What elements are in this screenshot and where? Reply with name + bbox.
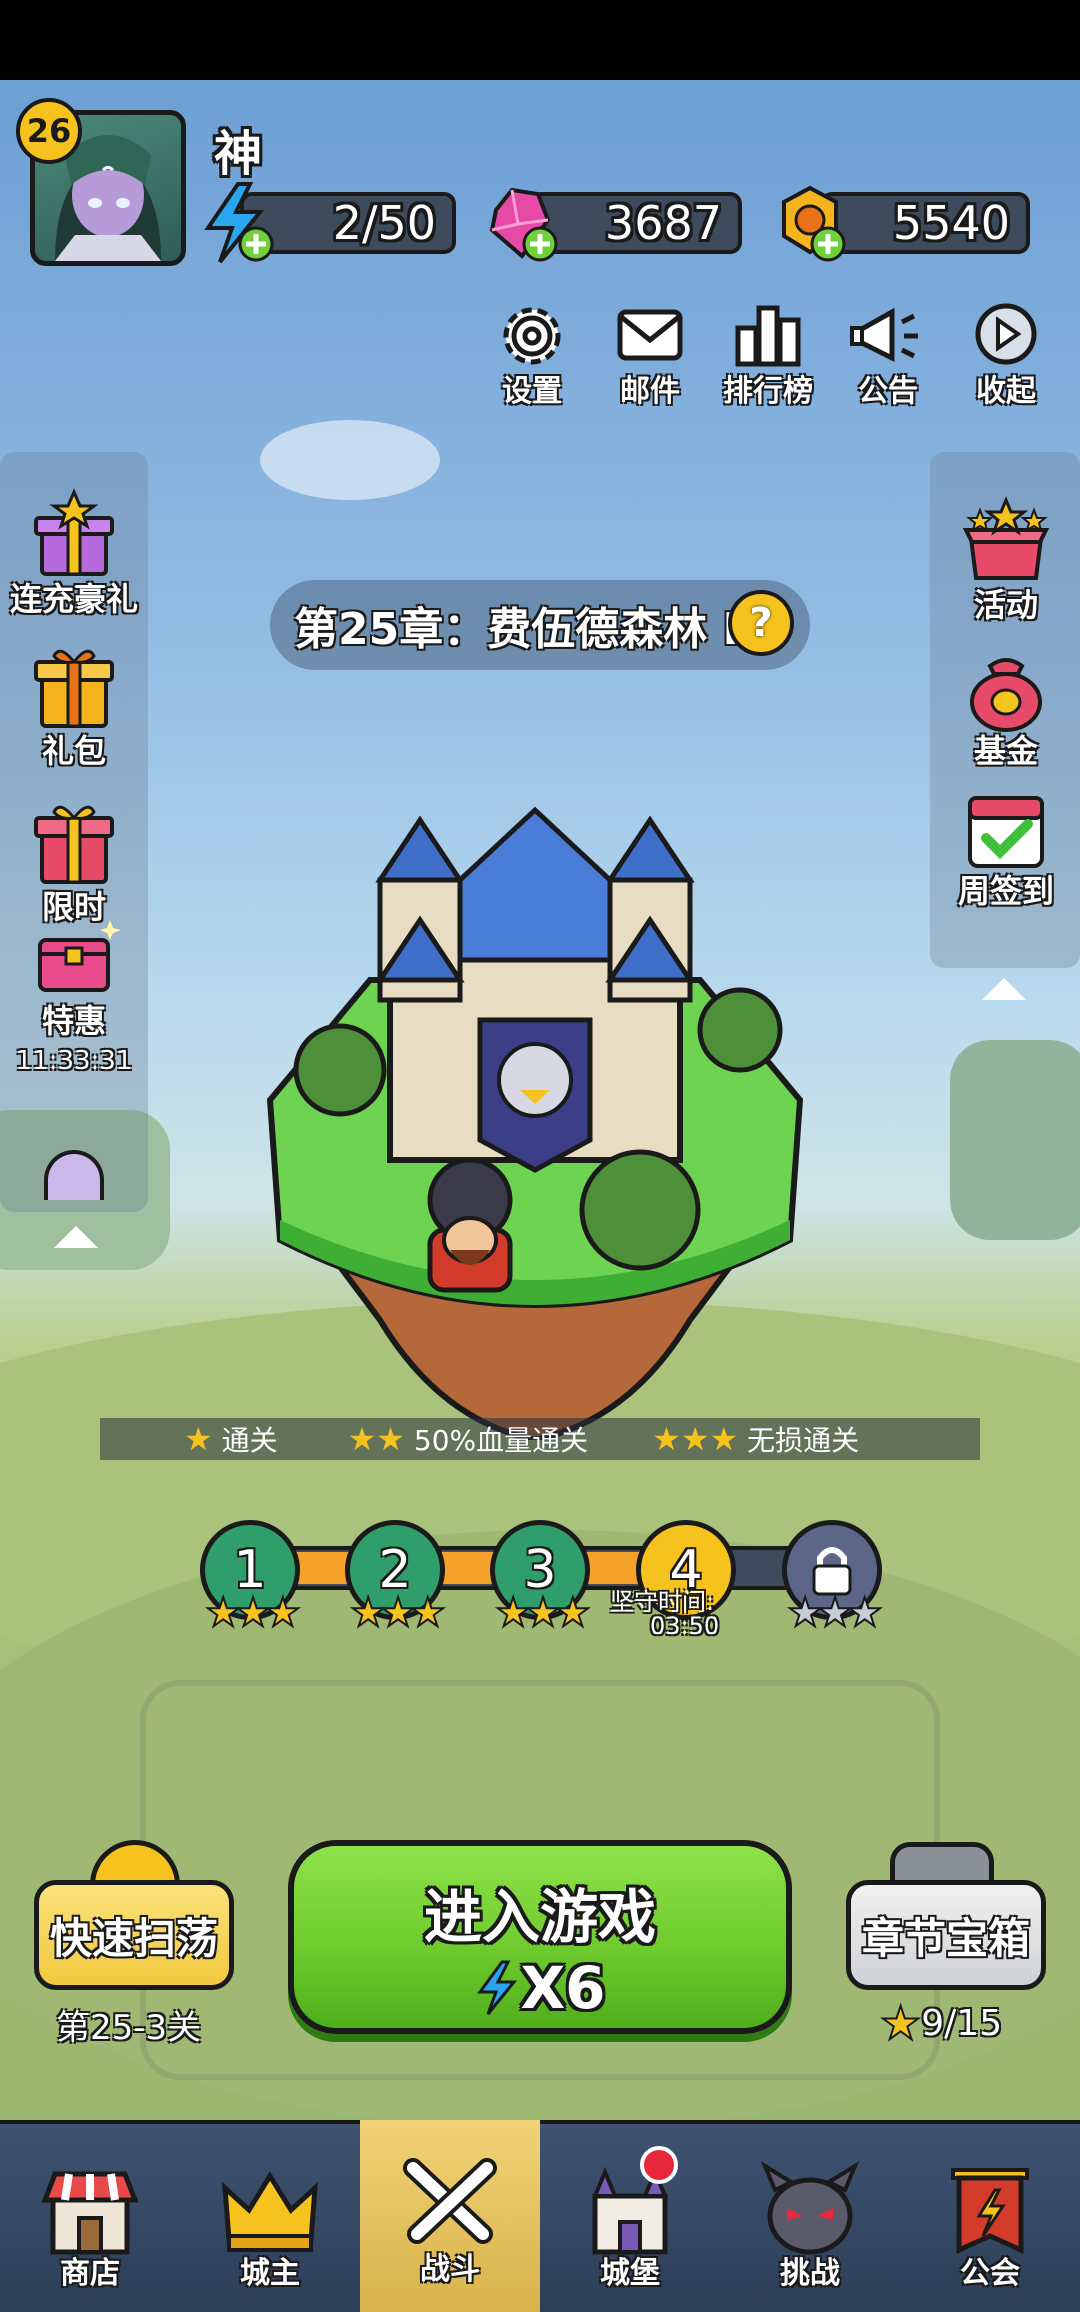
gift-icon — [34, 805, 114, 884]
weekly-signin-button[interactable]: 周签到 — [936, 780, 1076, 912]
energy-value: 2/50 — [332, 196, 436, 250]
gem-value: 3687 — [604, 196, 722, 250]
stage-5-stars: ★★★ — [786, 1589, 884, 1637]
player-level-badge: 26 — [16, 98, 82, 164]
shop-icon — [41, 2171, 139, 2255]
lock-icon — [812, 1547, 852, 1596]
nav-guild-label: 公会 — [960, 2256, 1020, 2291]
recharge-gift-button[interactable]: 连充豪礼 — [4, 488, 144, 620]
stage-progress-fill — [244, 1552, 684, 1584]
chapter-chest-progress: ★ 9/15 — [879, 1995, 1003, 2051]
gear-icon — [503, 307, 561, 365]
nav-shop[interactable]: 商店 — [0, 2124, 180, 2312]
chapter-title: 第25章：费伍德森林 I — [294, 604, 739, 655]
megaphone-icon — [850, 307, 918, 363]
announcement-label: 公告 — [858, 374, 918, 409]
enter-game-label: 进入游戏 — [423, 1883, 656, 1951]
star-condition-1: ★ 通关 — [184, 1419, 278, 1459]
status-bar — [0, 0, 1080, 80]
enter-game-button[interactable]: 进入游戏 X6 — [288, 1840, 792, 2034]
coin-icon[interactable] — [770, 180, 850, 266]
nav-battle-label: 战斗 — [420, 2252, 480, 2287]
star-condition-2-label: 50%血量通关 — [413, 1424, 589, 1457]
star-condition-3: ★★★ 无损通关 — [652, 1419, 859, 1459]
crossed-swords-icon — [403, 2158, 497, 2244]
chapter-island[interactable] — [250, 800, 820, 1440]
nav-castle[interactable]: 城堡 — [540, 2124, 720, 2312]
quick-sweep-stage: 第25-3关 — [56, 2008, 202, 2048]
collapse-label: 收起 — [976, 374, 1036, 409]
star-condition-1-label: 通关 — [221, 1424, 278, 1457]
money-bag-icon — [970, 658, 1042, 732]
announcement-button[interactable]: 公告 — [838, 300, 938, 410]
crown-icon — [222, 2171, 318, 2252]
energy-cost: X6 — [474, 1954, 606, 2022]
stage-1-stars: ★★★ — [204, 1589, 302, 1637]
recharge-gift-label: 连充豪礼 — [9, 580, 138, 618]
leaderboard-button[interactable]: 排行榜 — [718, 300, 818, 410]
leaderboard-icon — [735, 305, 801, 367]
star-condition-2: ★★ 50%血量通关 — [348, 1419, 589, 1459]
calendar-check-icon — [968, 796, 1044, 868]
stage-3-stars: ★★★ — [494, 1589, 592, 1637]
settings-button[interactable]: 设置 — [482, 300, 582, 410]
left-menu-expand-arrow[interactable] — [54, 1226, 98, 1248]
nav-challenge[interactable]: 挑战 — [720, 2124, 900, 2312]
question-icon[interactable]: ? — [728, 590, 794, 656]
fund-button[interactable]: 基金 — [936, 640, 1076, 772]
lightning-icon[interactable] — [198, 180, 278, 266]
gem-icon[interactable] — [482, 180, 562, 266]
lightning-icon — [477, 1960, 518, 2015]
star-icon: ★★ — [347, 1420, 405, 1458]
star-condition-3-label: 无损通关 — [747, 1424, 860, 1457]
chest-icon — [38, 920, 121, 992]
gift-icon — [34, 488, 114, 576]
nav-lord[interactable]: 城主 — [180, 2124, 360, 2312]
gift-pack-button[interactable]: 礼包 — [4, 640, 144, 772]
nav-guild[interactable]: 公会 — [900, 2124, 1080, 2312]
star-box-icon — [962, 496, 1050, 580]
demon-icon — [760, 2161, 860, 2255]
gift-icon — [34, 649, 114, 728]
nav-battle[interactable]: 战斗 — [360, 2120, 540, 2312]
chapter-chest-label: 章节宝箱 — [861, 1913, 1030, 1963]
stage-4-hold-time-value: 03:50 — [650, 1612, 720, 1640]
guild-banner-icon — [951, 2168, 1029, 2254]
bottom-navigation: 商店 城主 战斗 城堡 挑战 公会 — [0, 2120, 1080, 2312]
quick-sweep-label: 快速扫荡 — [49, 1913, 218, 1963]
star-conditions-bar: ★ 通关 ★★ 50%血量通关 ★★★ 无损通关 — [100, 1418, 980, 1460]
settings-label: 设置 — [502, 374, 562, 409]
chapter-chest-button[interactable]: 章节宝箱 — [846, 1880, 1046, 1990]
special-deal-button[interactable]: 特惠 11:33:31 — [4, 910, 144, 1076]
star-icon: ★ — [184, 1420, 213, 1458]
chapter-title-bar: 第25章：费伍德森林 I ? — [270, 580, 810, 670]
gold-value: 5540 — [892, 196, 1010, 250]
nav-challenge-label: 挑战 — [780, 2256, 840, 2291]
activity-button[interactable]: 活动 — [936, 494, 1076, 626]
star-icon: ★★★ — [652, 1420, 739, 1458]
quick-sweep-button[interactable]: 快速扫荡 — [34, 1880, 234, 1990]
mail-button[interactable]: 邮件 — [600, 300, 700, 410]
gold-counter: 5540 — [820, 192, 1030, 254]
mail-label: 邮件 — [620, 374, 680, 409]
game-scene: 26 神 2/50 3687 5540 设置 邮件 排行榜 公告 收起 连充豪礼… — [0, 80, 1080, 2120]
stage-2-stars: ★★★ — [349, 1589, 447, 1637]
energy-cost-value: X6 — [520, 1954, 606, 2022]
leaderboard-label: 排行榜 — [723, 374, 813, 409]
play-icon — [975, 303, 1037, 365]
player-name: 神 — [214, 126, 263, 182]
limited-offer-button[interactable]: 限时 — [4, 796, 144, 928]
background-tree — [950, 1040, 1080, 1240]
chapter-chest-progress-value: 9/15 — [921, 2002, 1003, 2044]
notification-badge — [640, 2146, 678, 2184]
special-deal-timer: 11:33:31 — [15, 1046, 133, 1076]
nav-lord-label: 城主 — [240, 2256, 300, 2291]
nav-shop-label: 商店 — [60, 2256, 120, 2291]
star-icon: ★ — [879, 1995, 922, 2051]
collapse-button[interactable]: 收起 — [956, 300, 1056, 410]
right-menu-collapse-arrow[interactable] — [982, 978, 1026, 1000]
background-cloud — [260, 420, 440, 500]
nav-castle-label: 城堡 — [600, 2256, 660, 2291]
mail-icon — [617, 309, 683, 361]
